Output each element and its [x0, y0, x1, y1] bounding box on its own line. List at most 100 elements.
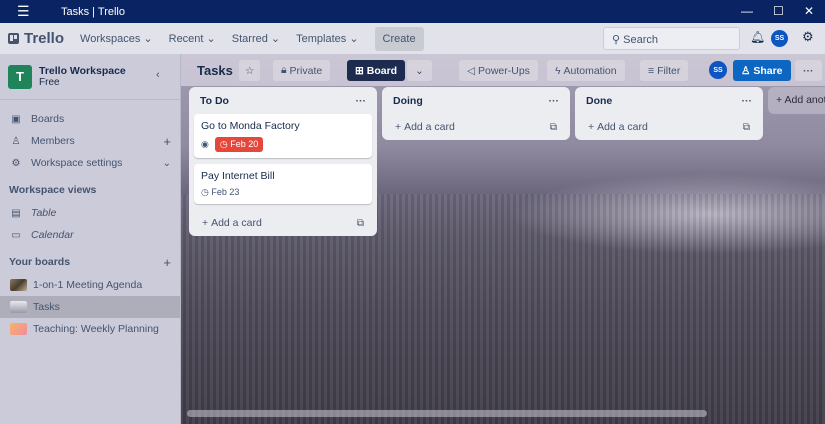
add-card-button[interactable]: + Add a card ⧉: [194, 210, 372, 236]
add-card-label: Add a card: [211, 217, 262, 229]
lightning-icon: ϟ: [555, 64, 561, 77]
add-card-button[interactable]: + Add a card ⧉: [387, 114, 565, 140]
filter-label: Filter: [657, 64, 681, 77]
card[interactable]: Pay Internet Bill ◷ Feb 23: [194, 164, 372, 204]
sidebar-item-label: Tasks: [33, 301, 60, 313]
lock-icon: 🔒︎: [281, 64, 287, 76]
list-doing: Doing ··· + Add a card ⧉: [382, 87, 570, 140]
power-ups-button[interactable]: ◁ Power-Ups: [459, 60, 538, 81]
sidebar-item-workspace-settings[interactable]: ⚙ Workspace settings ⌄: [0, 152, 180, 174]
collapse-sidebar-icon[interactable]: ‹: [156, 69, 160, 81]
search-icon: ⚲: [612, 34, 621, 46]
rocket-icon: ◁: [467, 64, 476, 77]
view-switcher-button[interactable]: ⌄: [407, 60, 432, 81]
list-menu-icon[interactable]: ···: [356, 95, 367, 107]
sidebar-board-1on1[interactable]: 1-on-1 Meeting Agenda: [0, 274, 180, 296]
board-header: Tasks ☆ 🔒︎ Private ⊞ Board ⌄ ◁ Power-Ups…: [181, 54, 825, 86]
notifications-icon[interactable]: 🔔︎: [750, 30, 765, 44]
add-card-label: Add a card: [597, 121, 648, 133]
workspace-name: Trello Workspace: [39, 65, 126, 77]
sidebar-item-label: Calendar: [31, 229, 74, 241]
list-menu-icon[interactable]: ···: [742, 95, 753, 107]
minimize-icon[interactable]: —: [741, 4, 753, 18]
maximize-icon[interactable]: ☐: [773, 4, 784, 18]
nav-label: Starred: [231, 33, 268, 45]
create-button[interactable]: Create: [374, 26, 424, 51]
list-title[interactable]: To Do: [200, 95, 229, 107]
board-view-button[interactable]: ⊞ Board: [347, 60, 406, 81]
add-list-label: Add another list: [784, 94, 825, 106]
list-menu-icon[interactable]: ···: [549, 95, 560, 107]
workspace-logo: T: [8, 64, 32, 89]
workspace-views-heading: Workspace views: [9, 184, 97, 196]
sidebar-item-label: Table: [31, 207, 57, 219]
your-boards-label: Your boards: [9, 256, 71, 268]
add-card-button[interactable]: + Add a card ⧉: [580, 114, 758, 140]
board-thumbnail: [10, 279, 27, 291]
top-nav: Trello Workspaces ⌄ Recent ⌄ Starred ⌄ T…: [0, 23, 825, 54]
avatar[interactable]: SS: [771, 30, 788, 47]
sidebar-item-calendar[interactable]: ▭ Calendar: [0, 224, 180, 246]
sidebar-item-label: Members: [31, 135, 75, 147]
nav-workspaces[interactable]: Workspaces ⌄: [80, 32, 153, 45]
nav-label: Workspaces: [80, 33, 141, 45]
sidebar-item-label: Workspace settings: [31, 157, 123, 169]
add-member-icon[interactable]: +: [163, 134, 171, 149]
sidebar-item-label: Teaching: Weekly Planning: [33, 323, 159, 335]
search-input[interactable]: ⚲ Search: [603, 27, 740, 50]
person-icon: ♙: [741, 64, 751, 77]
workspace-plan: Free: [39, 77, 60, 88]
trello-logo[interactable]: Trello: [8, 30, 64, 47]
list-done: Done ··· + Add a card ⧉: [575, 87, 763, 140]
template-icon[interactable]: ⧉: [550, 122, 557, 133]
nav-templates[interactable]: Templates ⌄: [296, 32, 358, 45]
automation-button[interactable]: ϟ Automation: [547, 60, 625, 81]
window-title: Tasks | Trello: [61, 5, 125, 18]
board-view-icon: ⊞: [355, 64, 364, 77]
search-placeholder: Search: [623, 34, 658, 46]
add-board-icon[interactable]: +: [163, 255, 171, 270]
settings-gear-icon[interactable]: ⚙: [802, 29, 814, 45]
board-thumbnail: [10, 301, 27, 313]
due-date: Feb 20: [230, 139, 259, 149]
filter-button[interactable]: ≡ Filter: [640, 60, 689, 81]
watch-eye-icon: ◉: [201, 139, 209, 149]
board-menu-button[interactable]: ···: [795, 60, 822, 81]
hamburger-menu-icon[interactable]: ☰: [17, 3, 31, 20]
card[interactable]: Go to Monda Factory ◉ ◷ Feb 20: [194, 114, 372, 158]
nav-starred[interactable]: Starred ⌄: [232, 32, 280, 45]
filter-icon: ≡: [648, 64, 655, 77]
sidebar-board-teaching[interactable]: Teaching: Weekly Planning: [0, 318, 180, 340]
share-button[interactable]: ♙ Share: [733, 60, 791, 81]
automation-label: Automation: [563, 64, 617, 77]
visibility-label: Private: [289, 64, 323, 77]
card-title: Pay Internet Bill: [201, 170, 275, 182]
sidebar-item-members[interactable]: ♙ Members +: [0, 130, 180, 152]
logo-text: Trello: [24, 30, 65, 47]
nav-recent[interactable]: Recent ⌄: [169, 32, 216, 45]
sidebar-item-label: Boards: [31, 113, 65, 125]
add-list-button[interactable]: + Add another list: [768, 87, 825, 114]
due-date-badge[interactable]: ◷ Feb 20: [214, 137, 264, 152]
due-date-badge[interactable]: ◷ Feb 23: [201, 187, 239, 198]
sidebar-board-tasks[interactable]: Tasks: [0, 296, 180, 318]
close-icon[interactable]: ✕: [804, 4, 814, 18]
sidebar-item-boards[interactable]: ▣ Boards: [0, 108, 180, 130]
sidebar-item-table[interactable]: ▤ Table: [0, 202, 180, 224]
template-icon[interactable]: ⧉: [357, 218, 364, 229]
person-icon: ♙: [11, 135, 21, 147]
due-date: Feb 23: [211, 187, 240, 197]
list-title[interactable]: Doing: [393, 95, 423, 107]
table-icon: ▤: [11, 207, 21, 219]
template-icon[interactable]: ⧉: [743, 122, 750, 133]
list-title[interactable]: Done: [586, 95, 612, 107]
power-ups-label: Power-Ups: [478, 64, 530, 77]
horizontal-scrollbar[interactable]: [187, 410, 707, 417]
visibility-button[interactable]: 🔒︎ Private: [273, 60, 331, 81]
nav-label: Templates: [296, 33, 347, 45]
board-title[interactable]: Tasks: [197, 63, 233, 78]
member-avatar[interactable]: SS: [709, 61, 727, 79]
star-button[interactable]: ☆: [239, 60, 261, 81]
nav-label: Recent: [168, 33, 204, 45]
add-card-label: Add a card: [404, 121, 455, 133]
